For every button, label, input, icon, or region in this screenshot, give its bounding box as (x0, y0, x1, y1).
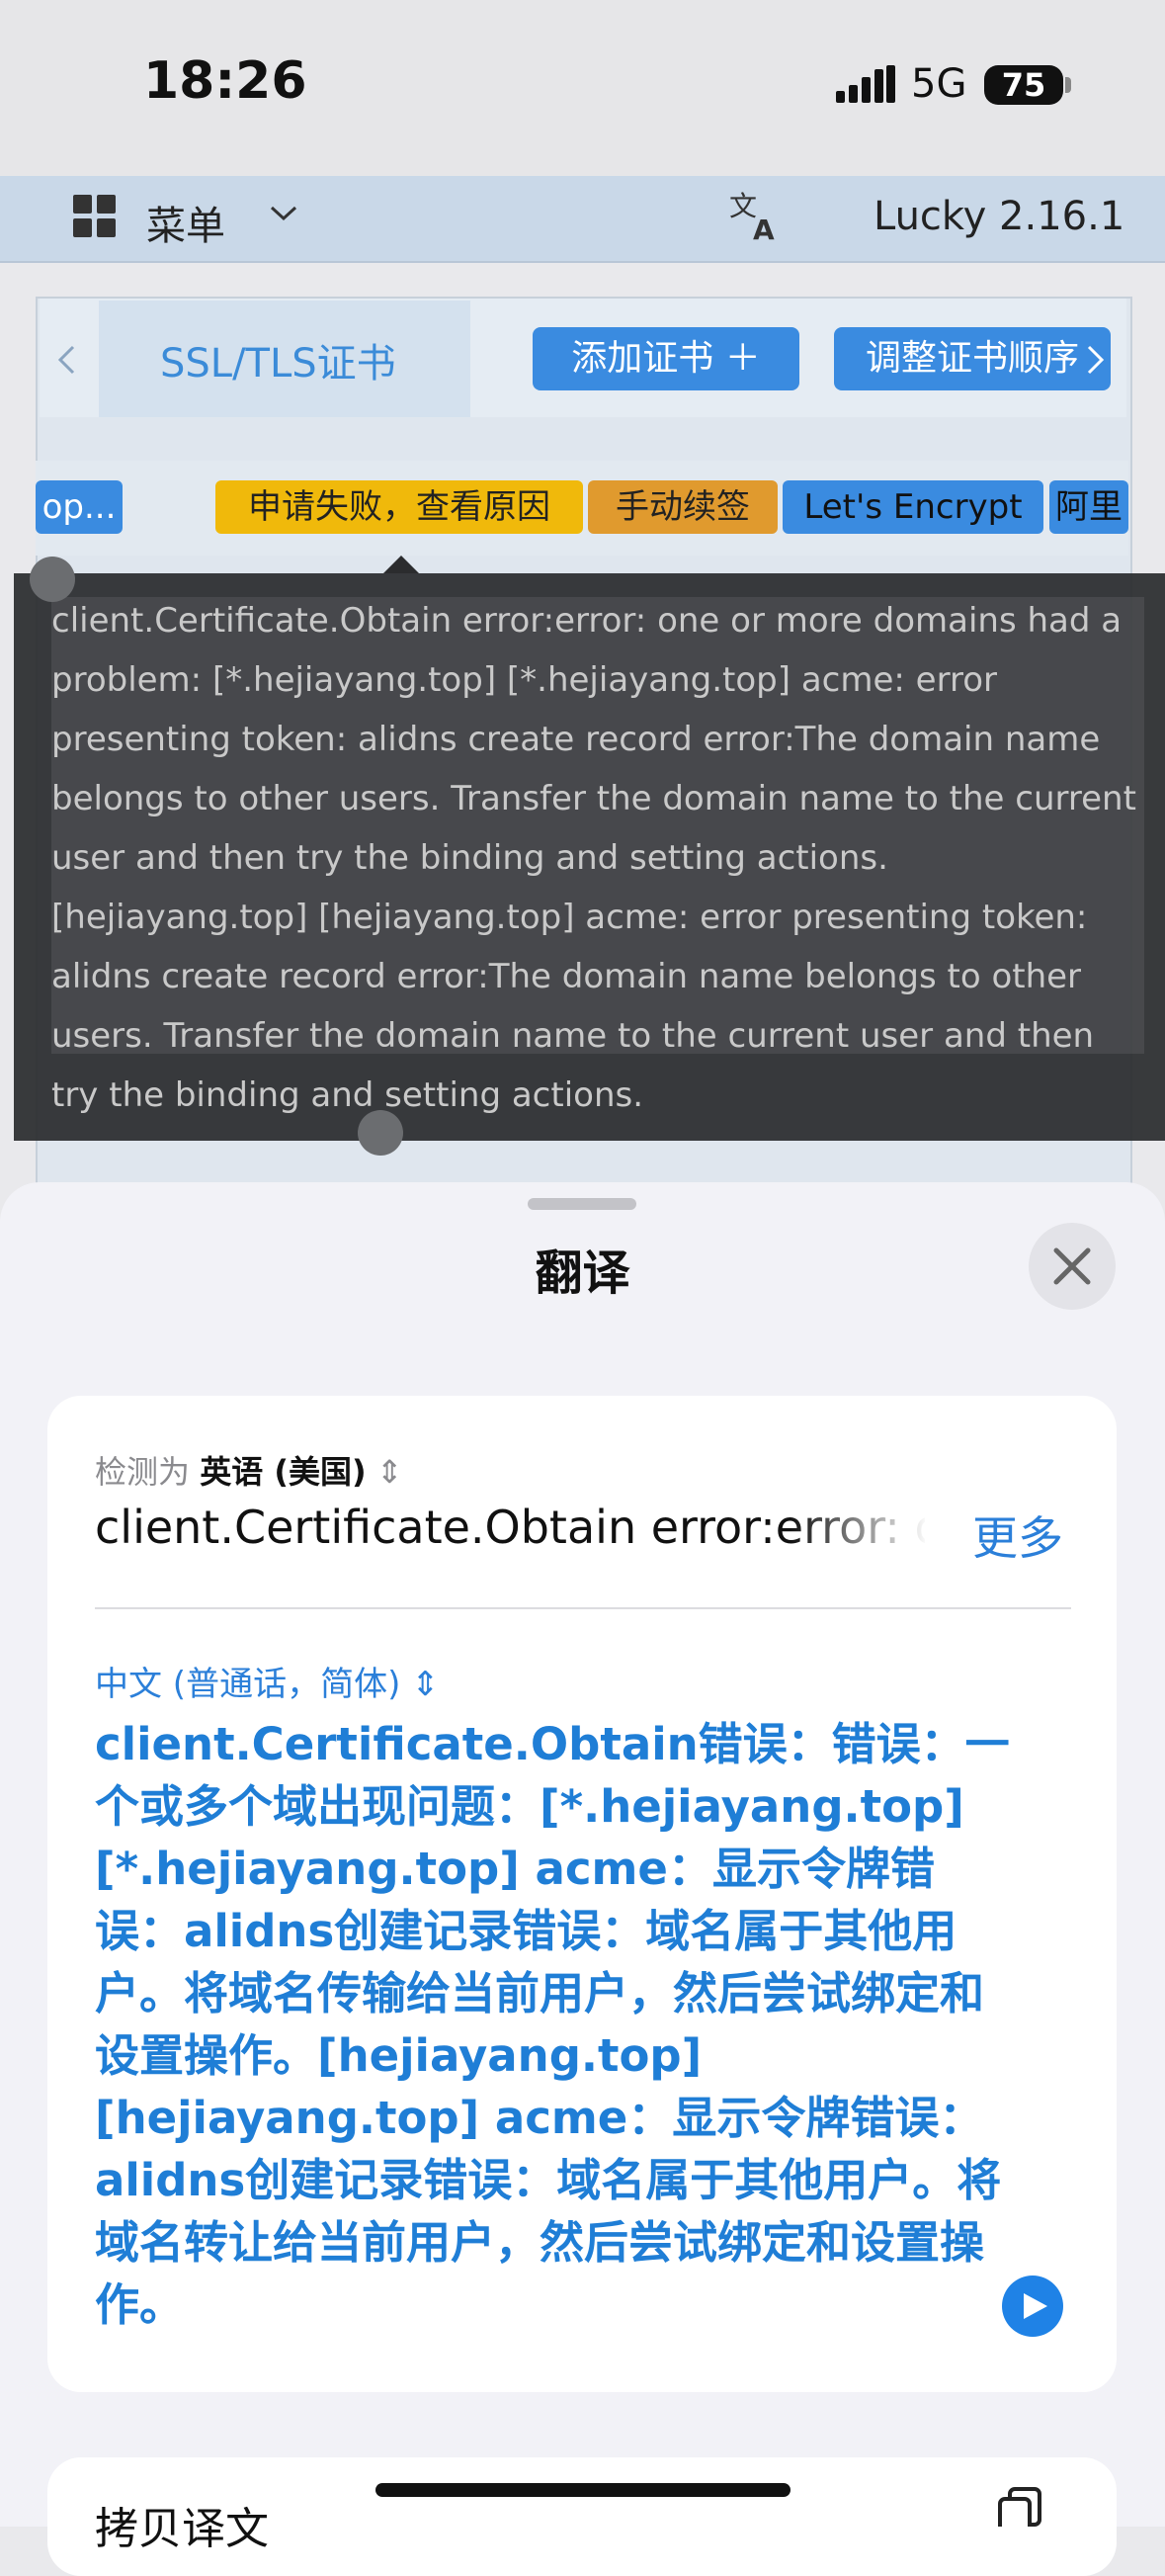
target-language-picker[interactable]: 中文 (普通话，简体) ⇕ (95, 1657, 440, 1705)
copy-translation-label: 拷贝译文 (95, 2504, 269, 2554)
updown-chevron-icon: ⇕ (411, 1665, 440, 1704)
divider (95, 1607, 1071, 1609)
domain-chip[interactable]: op... (36, 480, 123, 534)
network-type: 5G (911, 61, 967, 107)
menu-button[interactable]: 菜单 (146, 194, 225, 251)
target-language: 中文 (普通话，简体) (95, 1665, 401, 1704)
source-language-picker[interactable]: 检测为 英语 (美国) ⇕ (95, 1447, 403, 1493)
manual-renew-chip[interactable]: 手动续签 (588, 480, 778, 534)
app-version: Lucky 2.16.1 (874, 194, 1125, 239)
chevron-down-icon[interactable] (269, 204, 298, 223)
add-cert-button[interactable]: 添加证书 ＋ (533, 327, 799, 390)
provider-chip: 阿里 (1049, 480, 1128, 534)
svg-text:A: A (753, 214, 775, 243)
battery-cap (1065, 77, 1071, 93)
detected-prefix: 检测为 (95, 1453, 191, 1491)
grid-menu-icon[interactable] (73, 195, 117, 238)
cellular-signal-icon (836, 65, 895, 103)
battery-indicator: 75 (984, 65, 1063, 105)
selection-end-handle[interactable] (358, 1110, 403, 1156)
close-icon (1053, 1247, 1091, 1285)
status-time: 18:26 (143, 51, 307, 111)
reorder-cert-button[interactable]: 调整证书顺序 (834, 327, 1111, 390)
error-tooltip-text[interactable]: client.Certificate.Obtain error:error: o… (51, 591, 1148, 1125)
home-indicator (375, 2483, 791, 2497)
source-text-fade (791, 1501, 929, 1564)
sheet-grabber[interactable] (528, 1198, 636, 1210)
play-button[interactable] (1002, 2275, 1063, 2337)
sheet-title: 翻译 (535, 1245, 630, 1301)
play-icon (1024, 2293, 1047, 2319)
ca-chip: Let's Encrypt (783, 480, 1043, 534)
chevron-right-icon[interactable] (1085, 344, 1107, 376)
translate-icon[interactable]: 文 A (727, 188, 783, 243)
chevron-left-icon[interactable] (55, 344, 77, 376)
selection-start-handle[interactable] (30, 557, 75, 602)
copy-icon (998, 2487, 1041, 2527)
failed-reason-chip[interactable]: 申请失败，查看原因 (215, 480, 583, 534)
close-button[interactable] (1029, 1223, 1116, 1310)
more-button[interactable]: 更多 (972, 1503, 1063, 1568)
translated-text: client.Certificate.Obtain错误：错误：一个或多个域出现问… (95, 1718, 1010, 2331)
updown-chevron-icon: ⇕ (375, 1453, 403, 1491)
tooltip-arrow (383, 556, 419, 573)
tab-ssl-tls-label: SSL/TLS证书 (160, 341, 396, 386)
source-language: 英语 (美国) (200, 1453, 367, 1491)
